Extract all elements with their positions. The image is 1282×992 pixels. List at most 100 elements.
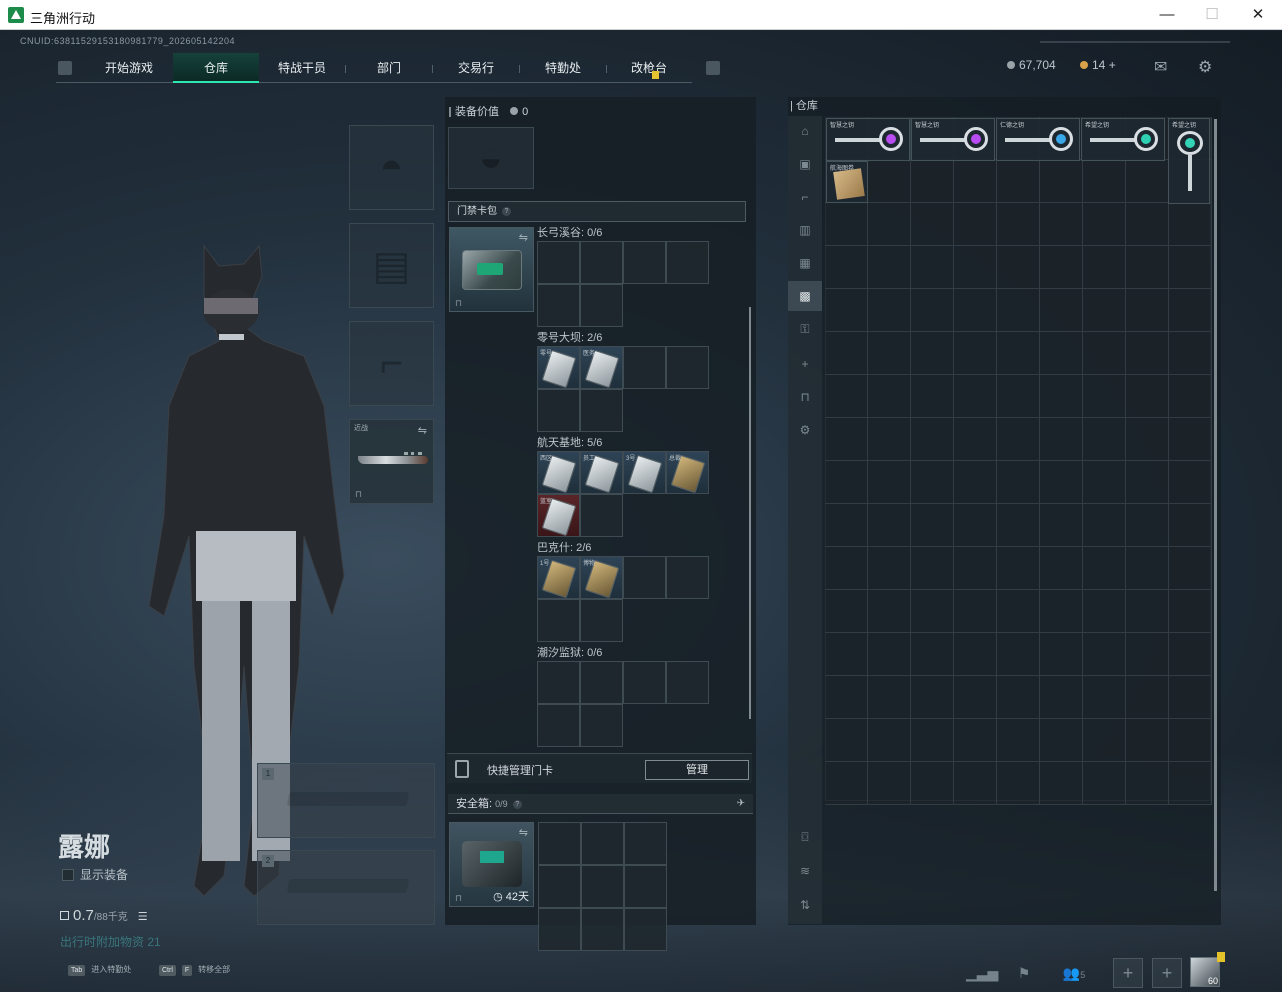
stash-cell[interactable]: [997, 246, 1040, 289]
stash-cell[interactable]: [825, 246, 868, 289]
stash-cell[interactable]: [868, 418, 911, 461]
stash-cell[interactable]: [997, 504, 1040, 547]
safe-box-cell[interactable]: [581, 908, 624, 951]
stash-cell[interactable]: [825, 719, 868, 762]
stash-cell[interactable]: [997, 461, 1040, 504]
safe-box-cell[interactable]: [581, 865, 624, 908]
stash-cell[interactable]: [1040, 461, 1083, 504]
stash-cell[interactable]: [825, 418, 868, 461]
stats-icon[interactable]: ▁▃▅: [966, 958, 998, 988]
stash-cell[interactable]: [954, 461, 997, 504]
stash-cell[interactable]: [1083, 160, 1126, 203]
melee-slot[interactable]: 近战 ⇋ ⊓: [349, 419, 434, 504]
stash-icon[interactable]: ▩: [788, 281, 822, 311]
stash-cell[interactable]: [868, 633, 911, 676]
stash-cell[interactable]: [1126, 160, 1169, 203]
stash-cell[interactable]: [911, 762, 954, 805]
stash-cell[interactable]: [954, 719, 997, 762]
stash-cell[interactable]: [1083, 289, 1126, 332]
stash-cell[interactable]: [954, 504, 997, 547]
stash-cell[interactable]: [1126, 633, 1169, 676]
lock-icon[interactable]: ⊓: [788, 382, 822, 412]
empty-card-slot[interactable]: [580, 284, 623, 327]
stash-cell[interactable]: [868, 375, 911, 418]
stash-cell[interactable]: [911, 203, 954, 246]
stash-cell[interactable]: [1040, 375, 1083, 418]
stash-cell[interactable]: [868, 504, 911, 547]
secondary-weapon-slot[interactable]: 2: [257, 850, 435, 925]
empty-card-slot[interactable]: [623, 556, 666, 599]
empty-card-slot[interactable]: [580, 389, 623, 432]
stash-cell[interactable]: [997, 289, 1040, 332]
tab-start-game[interactable]: 开始游戏: [86, 53, 172, 83]
add-ticket-button[interactable]: +: [1109, 58, 1116, 72]
friends-icon[interactable]: 👥5: [1058, 958, 1090, 988]
stash-cell[interactable]: [1126, 418, 1169, 461]
stash-cell[interactable]: [868, 246, 911, 289]
stash-cell[interactable]: [825, 547, 868, 590]
help-icon[interactable]: ?: [502, 207, 511, 216]
stash-cell[interactable]: [1169, 461, 1212, 504]
mail-icon[interactable]: ✉: [1154, 57, 1167, 77]
stash-cell[interactable]: [911, 418, 954, 461]
stash-cell[interactable]: [1126, 461, 1169, 504]
stash-cell[interactable]: [954, 547, 997, 590]
stash-cell[interactable]: [911, 504, 954, 547]
stash-cell[interactable]: [954, 418, 997, 461]
tab-department[interactable]: 部门: [346, 53, 432, 83]
empty-card-slot[interactable]: [537, 661, 580, 704]
sort-icon[interactable]: ⇅: [788, 890, 822, 920]
stash-cell[interactable]: [1169, 590, 1212, 633]
stash-cell[interactable]: [868, 461, 911, 504]
key-item[interactable]: 希望之钥: [1081, 118, 1165, 161]
stash-cell[interactable]: [997, 160, 1040, 203]
empty-card-slot[interactable]: [580, 661, 623, 704]
stash-cell[interactable]: [1040, 719, 1083, 762]
stash-cell[interactable]: [1083, 504, 1126, 547]
stash-cell[interactable]: [954, 289, 997, 332]
stash-cell[interactable]: [954, 762, 997, 805]
stash-cell[interactable]: [825, 676, 868, 719]
safe-box-cell[interactable]: [581, 822, 624, 865]
stash-cell[interactable]: [954, 590, 997, 633]
stash-cell[interactable]: [954, 203, 997, 246]
stash-cell[interactable]: [997, 418, 1040, 461]
stash-cell[interactable]: [1169, 246, 1212, 289]
stash-cell[interactable]: [1169, 289, 1212, 332]
stash-cell[interactable]: [868, 289, 911, 332]
empty-card-slot[interactable]: [580, 704, 623, 747]
pistol-slot[interactable]: ⌐: [349, 321, 434, 406]
stash-cell[interactable]: [997, 719, 1040, 762]
maximize-button[interactable]: ☐: [1199, 4, 1225, 26]
stash-cell[interactable]: [825, 590, 868, 633]
key-item[interactable]: 智慧之钥: [911, 118, 995, 161]
stash-cell[interactable]: [1169, 762, 1212, 805]
gear-icon[interactable]: ⚙: [788, 415, 822, 445]
stash-cell[interactable]: [1040, 590, 1083, 633]
stash-cell[interactable]: [911, 676, 954, 719]
stash-cell[interactable]: [868, 590, 911, 633]
gun-icon[interactable]: ⌐: [788, 182, 822, 212]
primary-weapon-slot[interactable]: 1: [257, 763, 435, 838]
stash-cell[interactable]: [868, 719, 911, 762]
helmet-slot[interactable]: ◓: [349, 125, 434, 210]
stash-cell[interactable]: [868, 762, 911, 805]
nav-right-key-icon[interactable]: [706, 61, 720, 75]
stash-cell[interactable]: [997, 203, 1040, 246]
empty-card-slot[interactable]: [666, 661, 709, 704]
stash-cell[interactable]: [1083, 246, 1126, 289]
stash-cell[interactable]: [997, 676, 1040, 719]
checkbox[interactable]: [62, 869, 74, 881]
help-icon[interactable]: ?: [512, 800, 522, 809]
stash-cell[interactable]: [1126, 289, 1169, 332]
stash-cell[interactable]: [1040, 762, 1083, 805]
stash-cell[interactable]: [825, 203, 868, 246]
stash-cell[interactable]: [1040, 246, 1083, 289]
stash-cell[interactable]: [1083, 461, 1126, 504]
stash-cell[interactable]: [1169, 332, 1212, 375]
key-item[interactable]: 智慧之钥: [826, 118, 910, 161]
empty-card-slot[interactable]: [623, 241, 666, 284]
stash-cell[interactable]: [1169, 676, 1212, 719]
settings-gear-icon[interactable]: ⚙: [1198, 57, 1212, 77]
stash-cell[interactable]: [1083, 547, 1126, 590]
